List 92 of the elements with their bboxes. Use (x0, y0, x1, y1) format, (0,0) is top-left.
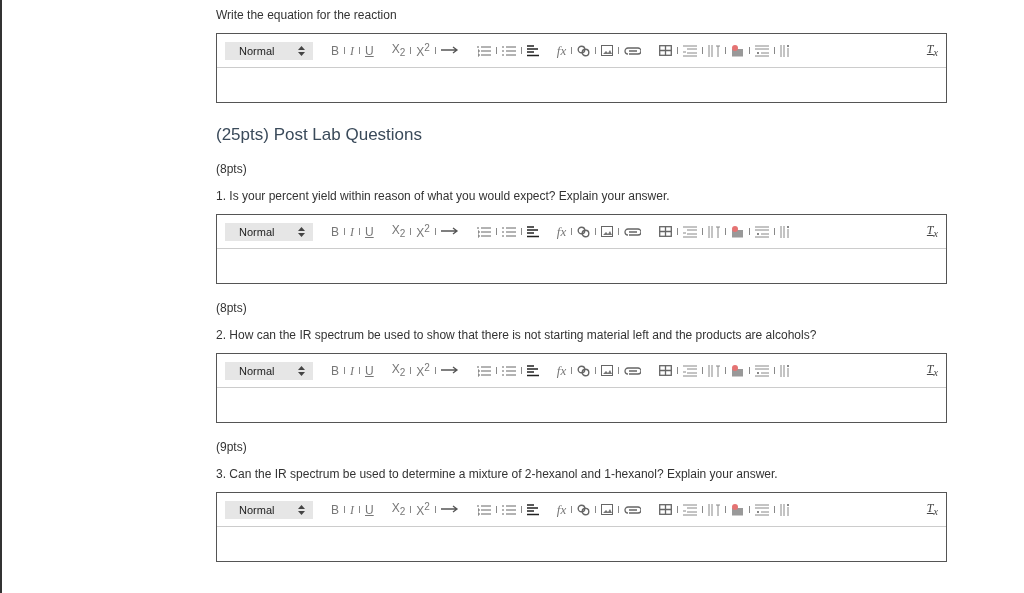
delete-table-icon[interactable] (731, 225, 745, 238)
arrow-icon[interactable] (440, 46, 459, 55)
image-icon[interactable] (601, 226, 614, 237)
link-icon[interactable] (577, 44, 591, 57)
italic-button[interactable]: I (350, 364, 354, 377)
link-icon[interactable] (577, 364, 591, 377)
points-label: (9pts) (216, 440, 248, 454)
format-dropdown[interactable]: Normal (225, 41, 313, 60)
delete-table-icon[interactable] (731, 44, 745, 57)
formula-button[interactable]: fx (556, 503, 567, 516)
bold-button[interactable]: B (331, 503, 339, 516)
underline-button[interactable]: U (365, 225, 374, 238)
insert-column-icon[interactable] (708, 225, 721, 238)
delete-row-icon[interactable] (755, 44, 770, 57)
image-icon[interactable] (601, 365, 614, 376)
subscript-button[interactable]: X$_{2}$ (391, 42, 406, 59)
superscript-button[interactable]: X$^{2}$ (416, 224, 430, 239)
clear-format-button[interactable]: T$_{x}$ (926, 223, 938, 240)
up-down-arrows-icon (298, 226, 305, 237)
superscript-button[interactable]: X$^{2}$ (416, 502, 430, 517)
subscript-button[interactable]: X$_{2}$ (391, 501, 406, 518)
bold-button[interactable]: B (331, 364, 339, 377)
underline-button[interactable]: U (365, 44, 374, 57)
italic-button[interactable]: I (350, 44, 354, 57)
insert-column-icon[interactable] (708, 44, 721, 57)
insert-column-icon[interactable] (708, 364, 721, 377)
delete-row-icon[interactable] (755, 225, 770, 238)
italic-button[interactable]: I (350, 225, 354, 238)
bullet-list-icon[interactable] (501, 44, 516, 57)
question-text: 2. How can the IR spectrum be used to show that there is not starting material left and the products are alcohols? (216, 328, 818, 342)
question-text: 3. Can the IR spectrum be used to determine a mixture of 2-hexanol and 1-hexanol? Explain your answer. (216, 467, 779, 481)
superscript-button[interactable]: X$^{2}$ (416, 43, 430, 58)
numbered-list-icon[interactable] (476, 44, 491, 57)
bullet-list-icon[interactable] (501, 225, 516, 238)
table-icon[interactable] (659, 365, 673, 376)
align-left-icon[interactable] (526, 503, 539, 516)
clear-format-button[interactable]: T$_{x}$ (926, 362, 938, 379)
delete-row-icon[interactable] (755, 364, 770, 377)
formula-button[interactable]: fx (556, 225, 567, 238)
insert-row-icon[interactable] (683, 44, 698, 57)
arrow-icon[interactable] (440, 366, 459, 375)
clear-format-button[interactable]: T$_{x}$ (926, 42, 938, 59)
paperclip-icon[interactable] (624, 365, 642, 376)
bold-button[interactable]: B (331, 44, 339, 57)
bullet-list-icon[interactable] (501, 503, 516, 516)
table-icon[interactable] (659, 45, 673, 56)
underline-button[interactable]: U (365, 364, 374, 377)
table-icon[interactable] (659, 504, 673, 515)
subscript-button[interactable]: X$_{2}$ (391, 223, 406, 240)
subscript-button[interactable]: X$_{2}$ (391, 362, 406, 379)
question-text: 1. Is your percent yield within reason of what you would expect? Explain your answer. (216, 189, 671, 203)
section-heading: (25pts) Post Lab Questions (216, 125, 423, 145)
delete-table-icon[interactable] (731, 503, 745, 516)
align-left-icon[interactable] (526, 225, 539, 238)
numbered-list-icon[interactable] (476, 503, 491, 516)
paperclip-icon[interactable] (624, 504, 642, 515)
insert-row-icon[interactable] (683, 225, 698, 238)
numbered-list-icon[interactable] (476, 364, 491, 377)
delete-row-icon[interactable] (755, 503, 770, 516)
up-down-arrows-icon (298, 365, 305, 376)
align-left-icon[interactable] (526, 364, 539, 377)
image-icon[interactable] (601, 504, 614, 515)
align-left-icon[interactable] (526, 44, 539, 57)
format-dropdown[interactable]: Normal (225, 361, 313, 380)
up-down-arrows-icon (298, 45, 305, 56)
table-icon[interactable] (659, 226, 673, 237)
numbered-list-icon[interactable] (476, 225, 491, 238)
insert-row-icon[interactable] (683, 364, 698, 377)
image-icon[interactable] (601, 45, 614, 56)
bold-button[interactable]: B (331, 225, 339, 238)
clear-format-button[interactable]: T$_{x}$ (926, 501, 938, 518)
format-dropdown[interactable]: Normal (225, 222, 313, 241)
italic-button[interactable]: I (350, 503, 354, 516)
formula-button[interactable]: fx (556, 364, 567, 377)
paperclip-icon[interactable] (624, 226, 642, 237)
superscript-button[interactable]: X$^{2}$ (416, 363, 430, 378)
arrow-icon[interactable] (440, 227, 459, 236)
underline-button[interactable]: U (365, 503, 374, 516)
points-label: (8pts) (216, 162, 248, 176)
insert-column-icon[interactable] (708, 503, 721, 516)
arrow-icon[interactable] (440, 505, 459, 514)
points-label: (8pts) (216, 301, 248, 315)
insert-row-icon[interactable] (683, 503, 698, 516)
up-down-arrows-icon (298, 504, 305, 515)
bullet-list-icon[interactable] (501, 364, 516, 377)
formula-button[interactable]: fx (556, 44, 567, 57)
paperclip-icon[interactable] (624, 45, 642, 56)
format-dropdown[interactable]: Normal (225, 500, 313, 519)
delete-table-icon[interactable] (731, 364, 745, 377)
link-icon[interactable] (577, 225, 591, 238)
link-icon[interactable] (577, 503, 591, 516)
question-text: Write the equation for the reaction (216, 8, 398, 22)
